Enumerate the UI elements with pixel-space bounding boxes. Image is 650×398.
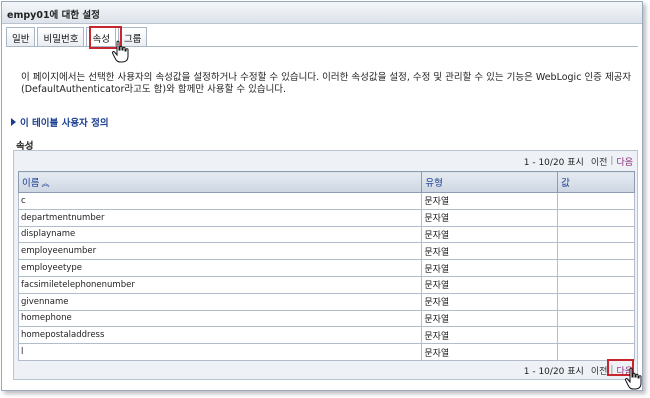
tab-password[interactable]: 비밀번호 [37,27,85,46]
cell-type: 문자열 [421,275,559,294]
table-row: c 문자열 [17,192,635,210]
pager-range: 1 - 10/20 표시 [523,157,584,168]
cell-type: 문자열 [421,309,559,328]
cell-value [557,192,635,210]
page-description: 이 페이지에서는 선택한 사용자의 속성값을 설정하거나 수정할 수 있습니다.… [21,72,637,96]
cell-name: homephone [17,309,423,328]
table-row: homepostaladdress 문자열 [17,326,635,345]
column-header-type[interactable]: 유형 [421,171,559,193]
pager-range: 1 - 10/20 표시 [523,366,584,377]
table-row: employeetype 문자열 [17,259,635,277]
cell-value [557,208,635,227]
cell-name: employeetype [17,259,423,277]
cell-name: c [17,192,423,210]
description-line-2: (DefaultAuthenticator라고도 함)와 함께만 사용할 수 있… [21,84,287,95]
table-row: displayname 문자열 [17,225,635,244]
pager-prev: 이전 [590,157,608,168]
customize-table-label: 이 테이블 사용자 정의 [20,118,109,129]
attributes-table-panel: 1 - 10/20 표시 이전 | 다음 이름 ︽ 유형 값 c 문자열 depar… [13,150,638,380]
cell-value [557,242,635,261]
cell-value [557,275,635,294]
cell-name: givenname [17,292,423,311]
cell-value [557,259,635,277]
window-title: empy01에 대한 설정 [2,2,642,24]
pager-separator: | [610,156,614,166]
table-row: employeenumber 문자열 [17,242,635,261]
cell-value [557,343,635,361]
tab-general[interactable]: 일반 [6,27,36,46]
cell-value [557,292,635,311]
cell-value [557,326,635,345]
pager-top: 1 - 10/20 표시 이전 | 다음 [524,154,633,168]
cell-type: 문자열 [421,343,559,361]
column-header-name[interactable]: 이름 ︽ [17,171,423,193]
cell-name: employeenumber [17,242,423,261]
pager-next-link[interactable]: 다음 [616,155,633,168]
table-header-row: 이름 ︽ 유형 값 [17,171,635,193]
expand-triangle-icon [11,118,16,126]
cell-type: 문자열 [421,225,559,244]
cell-value [557,309,635,328]
settings-window: empy01에 대한 설정 일반 비밀번호 속성 그룹 이 페이지에서는 선택한… [1,1,643,391]
cell-name: l [17,343,423,361]
cell-type: 문자열 [421,292,559,311]
column-header-value[interactable]: 값 [557,171,635,193]
cell-name: departmentnumber [17,208,423,227]
cell-type: 문자열 [421,326,559,345]
cell-value [557,225,635,244]
cell-name: facsimiletelephonenumber [17,275,423,294]
cell-name: displayname [17,225,423,244]
hand-cursor-icon [111,40,129,63]
cell-name: homepostaladdress [17,326,423,345]
cell-type: 문자열 [421,259,559,277]
cell-type: 문자열 [421,192,559,210]
table-row: l 문자열 [17,343,635,361]
attributes-table: 이름 ︽ 유형 값 c 문자열 departmentnumber 문자열 displa… [17,171,635,361]
sort-ascending-icon[interactable]: ︽ [41,179,49,188]
table-row: departmentnumber 문자열 [17,208,635,227]
pager-prev: 이전 [590,366,608,377]
hand-cursor-icon [624,367,642,390]
table-row: facsimiletelephonenumber 문자열 [17,275,635,294]
table-row: homephone 문자열 [17,309,635,328]
customize-table-link[interactable]: 이 테이블 사용자 정의 [11,115,109,129]
table-row: givenname 문자열 [17,292,635,311]
cell-type: 문자열 [421,242,559,261]
cell-type: 문자열 [421,208,559,227]
description-line-1: 이 페이지에서는 선택한 사용자의 속성값을 설정하거나 수정할 수 있습니다.… [21,72,632,83]
